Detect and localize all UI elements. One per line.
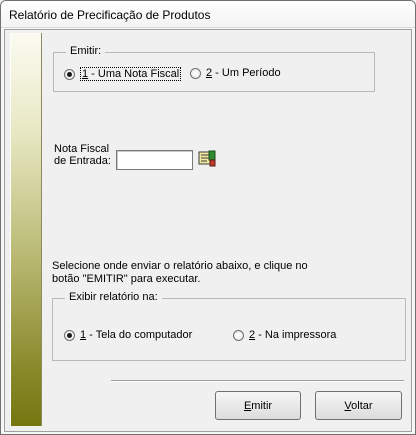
voltar-button-label: Voltar [344,399,373,412]
title-bar: Relatório de Precificação de Produtos [1,1,415,28]
exibir-relatorio-group: Exibir relatório na: 1 - Tela do computa… [52,291,406,361]
decorative-sidebar [10,33,42,426]
exibir-relatorio-group-label: Exibir relatório na: [65,291,162,303]
window-client-area: Emitir: 1 - Uma Nota Fiscal 2 - Um Perío… [4,29,412,432]
window-title: Relatório de Precificação de Produtos [9,8,211,22]
radio-um-periodo[interactable]: 2 - Um Período [190,67,281,79]
radio-uma-nota-fiscal[interactable]: 1 - Uma Nota Fiscal [64,67,182,81]
voltar-button[interactable]: Voltar [315,391,402,420]
emitir-button[interactable]: Emitir [215,391,301,420]
radio-circle-unselected[interactable] [233,329,244,341]
report-window: Relatório de Precificação de Produtos Em… [0,0,416,435]
emitir-group: Emitir: 1 - Uma Nota Fiscal 2 - Um Perío… [53,45,375,92]
radio-circle-selected[interactable] [64,329,75,341]
radio-circle-unselected[interactable] [190,67,201,79]
footer-separator [111,380,404,382]
radio-tela-computador[interactable]: 1 - Tela do computador [64,329,192,341]
nota-fiscal-input[interactable] [116,150,193,170]
nota-fiscal-label-line2: de Entrada: [54,155,111,167]
emitir-group-label: Emitir: [66,45,106,57]
radio-na-impressora[interactable]: 2 - Na impressora [233,329,336,341]
emitir-button-label: Emitir [243,399,273,412]
nota-fiscal-label-line1: Nota Fiscal [54,143,110,155]
radio-tela-computador-label[interactable]: 1 - Tela do computador [80,329,192,341]
instructions-line2: botão "EMITIR" para executar. [52,273,201,285]
radio-uma-nota-fiscal-label[interactable]: 1 - Uma Nota Fiscal [80,67,182,81]
document-lookup-icon[interactable] [198,150,216,167]
radio-circle-selected[interactable] [64,68,75,80]
radio-um-periodo-label[interactable]: 2 - Um Período [206,67,281,79]
instructions-line1: Selecione onde enviar o relatório abaixo… [52,260,308,272]
radio-na-impressora-label[interactable]: 2 - Na impressora [249,329,336,341]
